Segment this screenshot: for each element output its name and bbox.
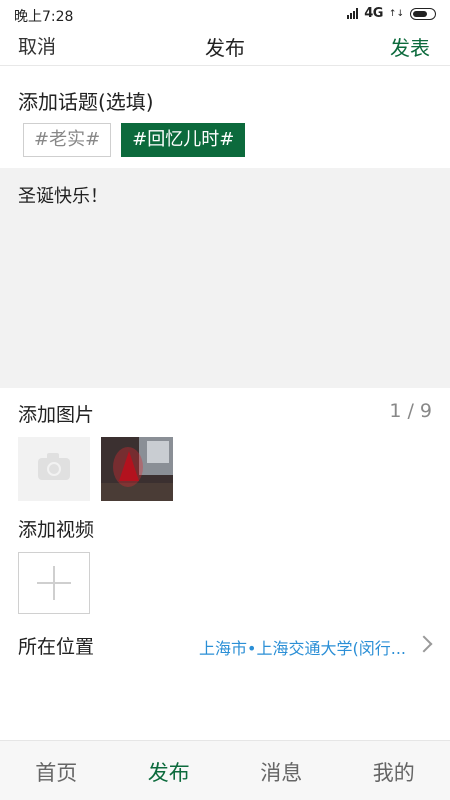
network-type: 4G bbox=[364, 6, 383, 21]
publish-button[interactable]: 发表 bbox=[390, 32, 430, 61]
post-content-textarea[interactable]: 圣诞快乐！ bbox=[0, 168, 450, 388]
photo-section-label: 添加图片 bbox=[18, 404, 95, 426]
tab-home[interactable]: 首页 bbox=[0, 741, 113, 800]
topic-chip-list: #老实# #回忆儿时# bbox=[23, 123, 246, 157]
battery-icon bbox=[410, 7, 436, 20]
chevron-right-icon bbox=[415, 635, 433, 653]
topic-section-label: 添加话题(选填) bbox=[18, 90, 154, 114]
nav-bar: 取消 发布 发表 bbox=[0, 28, 450, 66]
tab-profile[interactable]: 我的 bbox=[338, 741, 450, 800]
topic-chip[interactable]: #老实# bbox=[23, 123, 112, 157]
camera-icon bbox=[38, 453, 70, 480]
video-section-label: 添加视频 bbox=[18, 519, 95, 541]
photo-thumbnail[interactable] bbox=[101, 437, 173, 501]
network-activity-icon: ↑↓ bbox=[388, 8, 404, 19]
page-title: 发布 bbox=[205, 36, 245, 60]
location-row[interactable]: 所在位置 上海市•上海交通大学(闵行... bbox=[18, 632, 436, 662]
status-bar: 晚上7:28 4G ↑↓ bbox=[0, 0, 450, 28]
location-value: 上海市•上海交通大学(闵行... bbox=[199, 639, 406, 658]
location-label: 所在位置 bbox=[18, 636, 95, 658]
photo-section-header: 添加图片 1 / 9 bbox=[18, 400, 432, 427]
signal-icon bbox=[347, 8, 359, 19]
status-indicators: 4G ↑↓ bbox=[347, 6, 436, 21]
add-video-button[interactable] bbox=[18, 552, 90, 614]
add-photo-button[interactable] bbox=[18, 437, 90, 501]
topic-chip-selected[interactable]: #回忆儿时# bbox=[121, 123, 246, 157]
bottom-tab-bar: 首页 发布 消息 我的 bbox=[0, 740, 450, 800]
tab-publish[interactable]: 发布 bbox=[113, 741, 226, 800]
status-time: 晚上7:28 bbox=[14, 9, 74, 25]
photo-count: 1 / 9 bbox=[389, 400, 432, 422]
tab-messages[interactable]: 消息 bbox=[225, 741, 338, 800]
video-section-header: 添加视频 bbox=[18, 515, 432, 542]
